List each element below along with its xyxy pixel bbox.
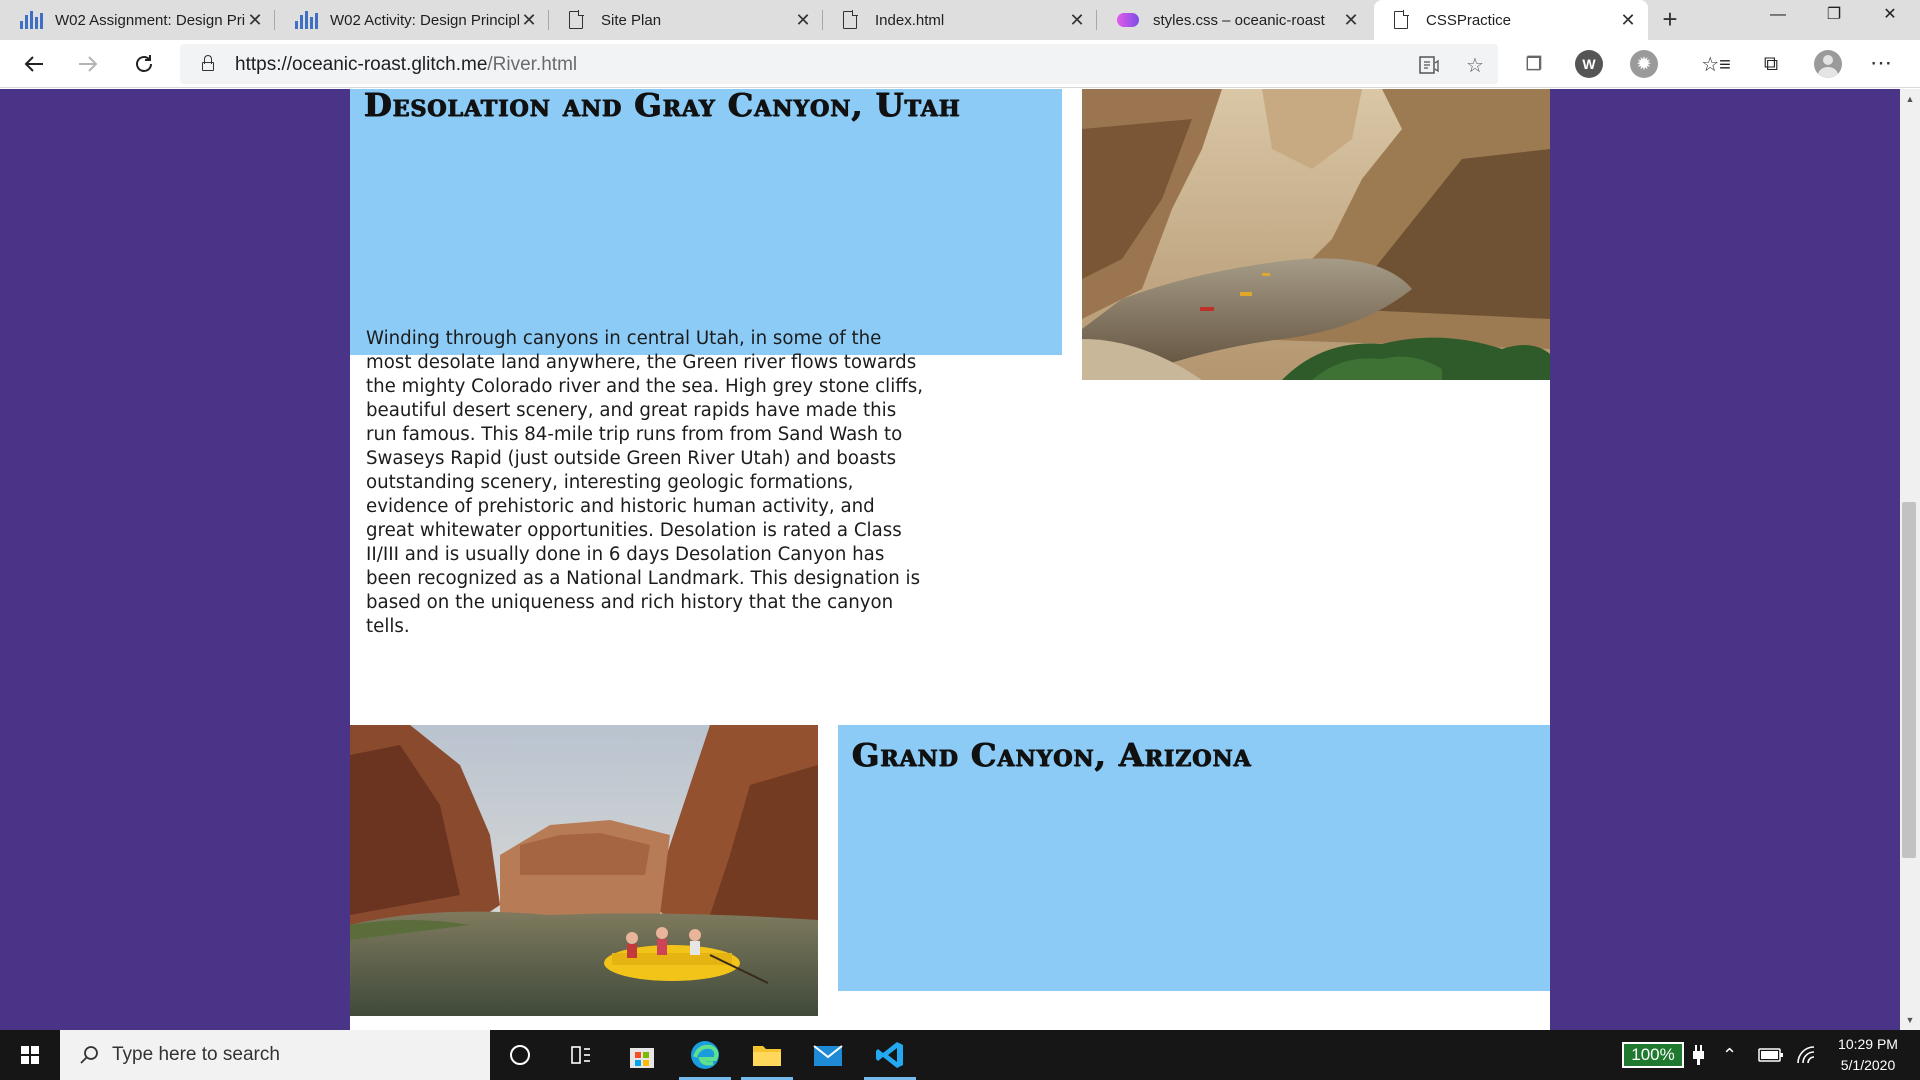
search-placeholder: Type here to search — [112, 1044, 280, 1065]
cortana-button[interactable] — [490, 1030, 550, 1080]
close-icon[interactable]: ✕ — [245, 10, 265, 31]
minimize-button[interactable]: — — [1750, 0, 1806, 34]
heading-box-grand-canyon: Grand Canyon, Arizona — [838, 725, 1550, 991]
windows-start-button[interactable] — [10, 1040, 50, 1070]
favorites-list-icon[interactable]: ☆≡ — [1700, 48, 1732, 80]
collections-ext-icon[interactable]: ❐ — [1520, 50, 1548, 78]
tab-title: CSSPractice — [1426, 11, 1512, 29]
tab-styles-css[interactable]: styles.css – oceanic-roast ✕ — [1097, 0, 1371, 40]
wifi-icon[interactable] — [1796, 1030, 1818, 1080]
close-icon[interactable]: ✕ — [793, 10, 813, 31]
tab-w02-assignment[interactable]: W02 Assignment: Design Pri ✕ — [0, 0, 275, 40]
windows-logo-icon — [21, 1046, 39, 1064]
clock-date: 5/1/2020 — [1840, 1057, 1896, 1073]
battery-icon[interactable] — [1758, 1030, 1784, 1080]
glitch-icon — [1117, 13, 1139, 27]
vscode-icon — [876, 1042, 903, 1068]
document-icon — [569, 10, 584, 29]
task-view-icon — [571, 1046, 590, 1064]
battery-percentage[interactable]: 100% — [1622, 1042, 1684, 1068]
scrollbar-thumb[interactable] — [1902, 502, 1916, 858]
clock-time: 10:29 PM — [1838, 1036, 1898, 1052]
mail-app-button[interactable] — [798, 1030, 858, 1080]
section-paragraph-desolation: Winding through canyons in central Utah,… — [366, 328, 924, 637]
close-icon[interactable]: ✕ — [1618, 10, 1638, 31]
page-viewport: Desolation and Gray Canyon, Utah Winding… — [0, 89, 1920, 1030]
tab-title: Index.html — [875, 11, 945, 29]
address-bar[interactable]: https://oceanic-roast.glitch.me/River.ht… — [180, 44, 1498, 84]
restore-button[interactable]: ❐ — [1806, 0, 1862, 34]
heading-box-desolation: Desolation and Gray Canyon, Utah — [350, 89, 1062, 355]
windows-taskbar: Type here to search 100% ⌃ 10:29 PM 5/1/… — [0, 1030, 1920, 1080]
tab-csspractice[interactable]: CSSPractice ✕ — [1374, 0, 1648, 40]
edge-browser-icon — [691, 1041, 719, 1069]
scroll-down-arrow-icon[interactable]: ▼ — [1900, 1013, 1920, 1027]
scroll-up-arrow-icon[interactable]: ▲ — [1900, 92, 1920, 106]
favorite-star-icon[interactable]: ☆ — [1462, 52, 1488, 78]
canvas-chart-icon — [20, 11, 43, 29]
collections-icon[interactable]: ⧉ — [1755, 48, 1787, 80]
back-button[interactable] — [18, 48, 50, 80]
refresh-icon — [136, 55, 152, 72]
close-icon[interactable]: ✕ — [519, 10, 539, 31]
tab-title: W02 Activity: Design Principl — [330, 11, 519, 29]
forward-arrow-icon — [79, 56, 98, 72]
edge-app-button[interactable] — [675, 1030, 735, 1080]
close-window-button[interactable]: ✕ — [1862, 0, 1918, 34]
power-plug-icon[interactable] — [1690, 1030, 1706, 1080]
file-explorer-button[interactable] — [737, 1030, 797, 1080]
new-tab-button[interactable]: + — [1654, 4, 1686, 36]
mail-envelope-icon — [813, 1045, 843, 1066]
close-icon[interactable]: ✕ — [1067, 10, 1087, 31]
search-icon — [78, 1044, 100, 1066]
cortana-circle-icon — [510, 1045, 530, 1065]
vscode-app-button[interactable] — [860, 1030, 920, 1080]
task-view-button[interactable] — [550, 1030, 610, 1080]
back-arrow-icon — [24, 56, 43, 72]
settings-more-icon[interactable]: ⋯ — [1870, 50, 1893, 76]
taskbar-search-box[interactable]: Type here to search — [60, 1030, 490, 1080]
microsoft-store-icon — [630, 1048, 654, 1068]
grand-canyon-raft-photo — [350, 725, 818, 1016]
close-icon[interactable]: ✕ — [1341, 10, 1361, 31]
tab-site-plan[interactable]: Site Plan ✕ — [549, 0, 823, 40]
url-path: /River.html — [487, 54, 578, 75]
extension-gear-icon[interactable]: ✹ — [1630, 50, 1658, 78]
tab-title: Site Plan — [601, 11, 662, 29]
wordpress-icon[interactable]: W — [1575, 50, 1603, 78]
tab-index-html[interactable]: Index.html ✕ — [823, 0, 1097, 40]
tab-title: W02 Assignment: Design Pri — [55, 11, 245, 29]
refresh-button[interactable] — [128, 48, 160, 80]
canvas-chart-icon — [295, 11, 318, 29]
folder-icon — [753, 1046, 781, 1066]
lock-icon — [202, 55, 214, 71]
document-icon — [1394, 10, 1409, 29]
tab-strip: W02 Assignment: Design Pri ✕ W02 Activit… — [0, 0, 1920, 40]
document-icon — [843, 10, 858, 29]
tab-w02-activity[interactable]: W02 Activity: Design Principl ✕ — [275, 0, 549, 40]
browser-toolbar: https://oceanic-roast.glitch.me/River.ht… — [0, 40, 1920, 88]
tab-title: styles.css – oceanic-roast — [1153, 11, 1325, 29]
url-host: https://oceanic-roast.glitch.me — [235, 54, 488, 75]
river-canyon-rafts-photo — [1082, 89, 1550, 380]
url-text[interactable]: https://oceanic-roast.glitch.me/River.ht… — [235, 54, 577, 76]
profile-avatar[interactable] — [1814, 50, 1842, 78]
store-app-button[interactable] — [612, 1030, 672, 1080]
tray-chevron-up-icon[interactable]: ⌃ — [1722, 1030, 1737, 1080]
content-column: Desolation and Gray Canyon, Utah Winding… — [350, 89, 1550, 1030]
read-aloud-icon[interactable] — [1416, 52, 1442, 78]
forward-button[interactable] — [72, 48, 104, 80]
system-clock[interactable]: 10:29 PM 5/1/2020 — [1818, 1034, 1918, 1076]
section-heading-desolation: Desolation and Gray Canyon, Utah — [364, 89, 961, 124]
section-heading-grand-canyon: Grand Canyon, Arizona — [852, 736, 1252, 774]
